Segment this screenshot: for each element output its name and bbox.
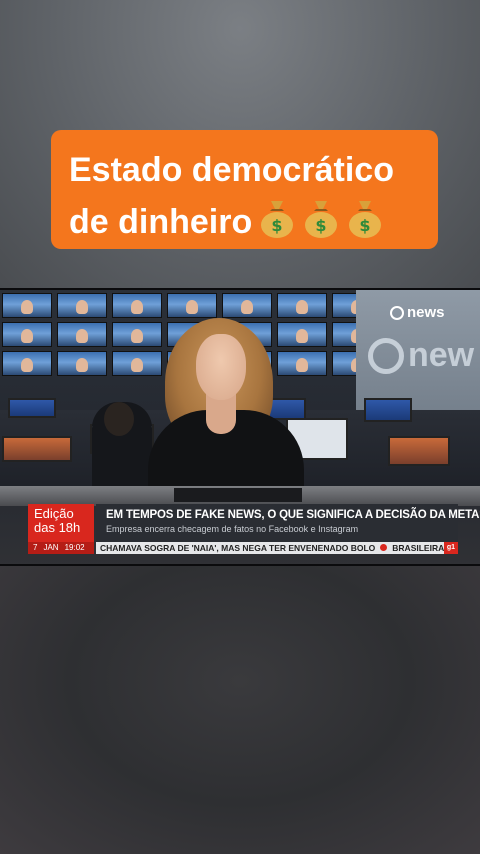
caption-line-2-text: de dinheiro [69, 203, 253, 241]
program-title: Edição das 18h [34, 506, 81, 535]
broadcast-time: 19:02 [64, 543, 85, 552]
subheadline: Empresa encerra checagem de fatos no Fac… [106, 524, 359, 534]
desk-monitor [388, 436, 450, 466]
wall-screen [57, 293, 107, 318]
globonews-logo-small: news [390, 304, 445, 321]
date-day: 7 [33, 543, 38, 552]
anchor-face [196, 334, 246, 400]
svg-text:$: $ [316, 216, 327, 235]
wall-screen [112, 293, 162, 318]
globo-circle-icon [390, 305, 404, 320]
wall-screen [2, 351, 52, 376]
wall-screen [277, 293, 327, 318]
lower-third: Edição das 18h 7 JAN 19:02 EM TEMPOS DE … [0, 504, 480, 556]
wall-screen [2, 322, 52, 347]
globonews-logo-large: new [368, 336, 474, 375]
wall-screen [112, 351, 162, 376]
money-bag-icon: $ [258, 197, 296, 239]
headline-bar: EM TEMPOS DE FAKE NEWS, O QUE SIGNIFICA … [96, 504, 480, 542]
wall-screen [167, 293, 217, 318]
wall-screen [277, 351, 327, 376]
channel-name-small: news [407, 304, 445, 321]
wall-screen [57, 322, 107, 347]
g1-logo: g1 [444, 542, 458, 554]
caption-banner: Estado democrático de dinheiro $ $ $ [51, 130, 438, 249]
ticker-separator-icon [380, 544, 388, 551]
caption-line-2: de dinheiro $ $ $ [69, 196, 422, 248]
desk-monitor [364, 398, 412, 422]
anchor-neck [206, 394, 236, 434]
laptop [174, 488, 302, 502]
globo-circle-icon [368, 337, 404, 374]
wall-screen [112, 322, 162, 347]
background-person-head [104, 402, 134, 436]
wall-screen [277, 322, 327, 347]
wall-screen [222, 293, 272, 318]
background-blur-bottom [0, 566, 480, 854]
program-datetime: 7 JAN 19:02 [28, 542, 94, 554]
caption-line-1: Estado democrático [69, 151, 394, 189]
money-bag-icon: $ [346, 197, 384, 239]
date-month: JAN [43, 543, 59, 552]
video-frame[interactable]: news new Edição das 18h 7 JAN 19:02 EM T… [0, 288, 480, 566]
desk-monitor [8, 398, 56, 418]
svg-text:$: $ [360, 216, 371, 235]
money-bag-icon: $ [302, 197, 340, 239]
ticker-item: CHAMAVA SOGRA DE 'NAIA', MAS NEGA TER EN… [100, 543, 376, 553]
desk-monitor [2, 436, 72, 462]
headline: EM TEMPOS DE FAKE NEWS, O QUE SIGNIFICA … [106, 509, 480, 521]
program-badge: Edição das 18h 7 JAN 19:02 [28, 504, 94, 554]
wall-screen [57, 351, 107, 376]
channel-name-large: new [408, 336, 475, 374]
desk-monitor [268, 398, 306, 420]
wall-screen [2, 293, 52, 318]
svg-text:$: $ [272, 216, 283, 235]
news-ticker: CHAMAVA SOGRA DE 'NAIA', MAS NEGA TER EN… [96, 542, 458, 554]
